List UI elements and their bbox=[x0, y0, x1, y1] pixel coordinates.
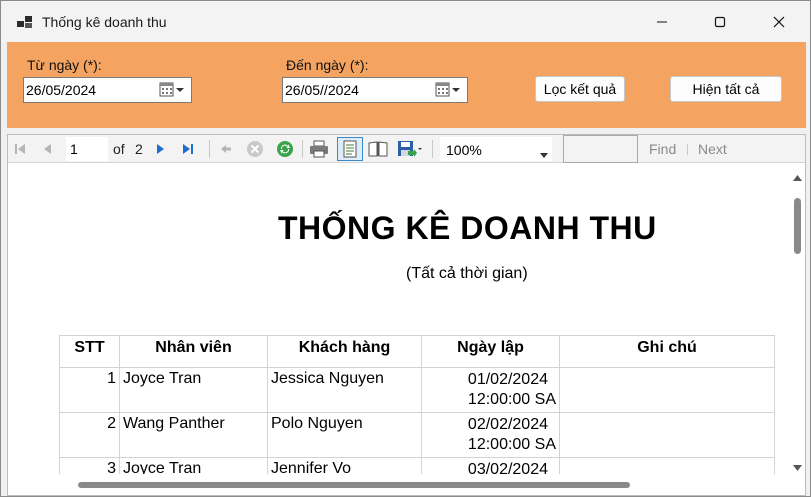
page-setup-icon[interactable] bbox=[368, 139, 388, 159]
vertical-scroll-thumb[interactable] bbox=[794, 198, 801, 254]
date-value: 01/02/2024 bbox=[467, 371, 548, 388]
minimize-icon bbox=[657, 21, 667, 23]
horizontal-scroll-thumb[interactable] bbox=[78, 482, 630, 488]
refresh-icon[interactable] bbox=[275, 139, 295, 159]
note-cell bbox=[559, 457, 775, 474]
find-input[interactable] bbox=[563, 135, 638, 163]
export-icon[interactable] bbox=[396, 139, 424, 159]
prev-page-icon[interactable] bbox=[38, 139, 58, 159]
column-header: STT bbox=[59, 335, 120, 368]
minimize-button[interactable] bbox=[633, 1, 691, 43]
toolbar-divider bbox=[302, 140, 303, 158]
of-label: of bbox=[113, 141, 125, 157]
toolbar-divider bbox=[687, 144, 688, 155]
note-cell bbox=[559, 367, 775, 413]
report-title: THỐNG KÊ DOANH THU bbox=[278, 210, 657, 246]
table-row: 2 Wang Panther Polo Nguyen 02/02/2024 12… bbox=[59, 412, 775, 458]
report-toolbar: 1 of 2 100% Find Next bbox=[8, 135, 805, 163]
show-all-button[interactable]: Hiện tất cả bbox=[670, 76, 782, 102]
print-layout-icon[interactable] bbox=[337, 137, 363, 161]
report-page: THỐNG KÊ DOANH THU (Tất cả thời gian) ST… bbox=[8, 164, 790, 474]
note-cell bbox=[559, 412, 775, 458]
time-value: 12:00:00 SA bbox=[467, 436, 556, 453]
filter-panel: Từ ngày (*): 26/05/2024 Đến ngày (*): 26… bbox=[7, 42, 806, 128]
customer-cell: Polo Nguyen bbox=[267, 412, 422, 458]
print-icon[interactable] bbox=[309, 139, 329, 159]
row-number: 1 bbox=[59, 367, 120, 413]
scroll-up-icon[interactable] bbox=[793, 168, 802, 184]
horizontal-scrollbar[interactable] bbox=[8, 474, 790, 495]
column-header: Khách hàng bbox=[267, 335, 422, 368]
first-page-icon[interactable] bbox=[10, 139, 30, 159]
filter-results-button[interactable]: Lọc kết quả bbox=[535, 76, 625, 102]
employee-cell: Joyce Tran bbox=[119, 367, 268, 413]
table-row: 1 Joyce Tran Jessica Nguyen 01/02/2024 1… bbox=[59, 367, 775, 413]
revenue-table: STT Nhân viên Khách hàng Ngày lập Ghi ch… bbox=[59, 335, 775, 474]
employee-cell: Wang Panther bbox=[119, 412, 268, 458]
from-date-label: Từ ngày (*): bbox=[27, 57, 102, 73]
employee-cell: Joyce Tran bbox=[119, 457, 268, 474]
close-icon bbox=[773, 16, 785, 28]
app-icon bbox=[17, 14, 33, 30]
time-value: 12:00:00 SA bbox=[467, 391, 556, 408]
toolbar-divider bbox=[209, 140, 210, 158]
main-window: Thống kê doanh thu Từ ngày (*): 26/05/20… bbox=[0, 0, 811, 497]
maximize-icon bbox=[714, 16, 726, 28]
column-header: Nhân viên bbox=[119, 335, 268, 368]
row-number: 3 bbox=[59, 457, 120, 474]
window-title: Thống kê doanh thu bbox=[42, 14, 167, 30]
close-button[interactable] bbox=[750, 1, 808, 43]
calendar-dropdown-icon[interactable] bbox=[159, 82, 185, 101]
date-cell: 03/02/2024 bbox=[421, 457, 560, 474]
to-date-value: 26/05//2024 bbox=[285, 82, 359, 98]
report-viewer: 1 of 2 100% Find Next THỐNG KÊ DOANH THU… bbox=[7, 134, 806, 496]
scroll-down-icon[interactable] bbox=[793, 458, 802, 474]
last-page-icon[interactable] bbox=[178, 139, 198, 159]
next-page-icon[interactable] bbox=[150, 139, 170, 159]
from-date-picker[interactable]: 26/05/2024 bbox=[23, 77, 192, 103]
to-date-picker[interactable]: 26/05//2024 bbox=[282, 77, 468, 103]
find-link[interactable]: Find bbox=[649, 141, 676, 157]
column-header: Ngày lập bbox=[421, 335, 560, 368]
row-number: 2 bbox=[59, 412, 120, 458]
customer-cell: Jessica Nguyen bbox=[267, 367, 422, 413]
date-value: 02/02/2024 bbox=[467, 416, 548, 433]
to-date-label: Đến ngày (*): bbox=[286, 57, 369, 73]
zoom-select[interactable]: 100% bbox=[440, 137, 552, 161]
zoom-value: 100% bbox=[446, 142, 482, 158]
vertical-scrollbar[interactable] bbox=[790, 164, 805, 474]
total-pages: 2 bbox=[135, 141, 143, 157]
back-icon[interactable] bbox=[216, 139, 236, 159]
table-row: 3 Joyce Tran Jennifer Vo 03/02/2024 bbox=[59, 457, 775, 474]
find-next-link[interactable]: Next bbox=[698, 141, 727, 157]
from-date-value: 26/05/2024 bbox=[26, 82, 97, 98]
customer-cell: Jennifer Vo bbox=[267, 457, 422, 474]
stop-icon[interactable] bbox=[245, 139, 265, 159]
table-header-row: STT Nhân viên Khách hàng Ngày lập Ghi ch… bbox=[59, 335, 775, 368]
date-value: 03/02/2024 bbox=[467, 461, 548, 474]
date-cell: 02/02/2024 12:00:00 SA bbox=[421, 412, 560, 458]
current-page-input[interactable]: 1 bbox=[66, 137, 108, 161]
chevron-down-icon bbox=[540, 145, 548, 161]
column-header: Ghi chú bbox=[559, 335, 775, 368]
report-subtitle: (Tất cả thời gian) bbox=[406, 265, 528, 282]
toolbar-divider bbox=[432, 140, 433, 158]
calendar-dropdown-icon[interactable] bbox=[435, 82, 461, 101]
date-cell: 01/02/2024 12:00:00 SA bbox=[421, 367, 560, 413]
title-bar: Thống kê doanh thu bbox=[1, 1, 810, 43]
maximize-button[interactable] bbox=[691, 1, 749, 43]
